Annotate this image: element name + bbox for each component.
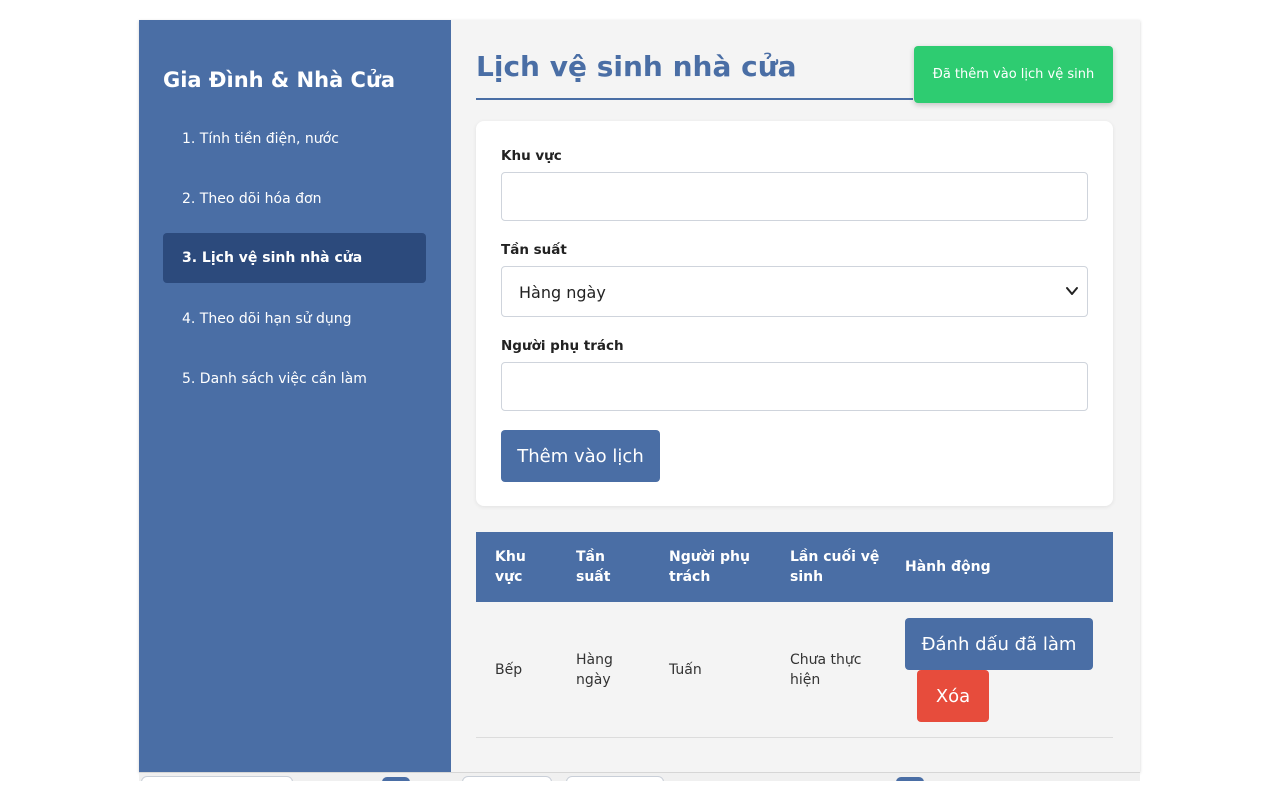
column-header-actions: Hành động	[905, 559, 991, 575]
add-schedule-form: Khu vực Tần suất Hàng ngày Người phụ trá…	[476, 121, 1113, 506]
main-content: Lịch vệ sinh nhà cửa Đã thêm vào lịch vệ…	[451, 20, 1140, 772]
add-to-schedule-button[interactable]: Thêm vào lịch	[501, 430, 660, 482]
sidebar-item-bills[interactable]: 2. Theo dõi hóa đơn	[163, 174, 426, 224]
strip-pill	[566, 776, 664, 781]
table-header: Khu vực Tần suất Người phụ trách Lần cuố…	[476, 532, 1113, 602]
area-input[interactable]	[501, 172, 1088, 221]
frequency-select[interactable]: Hàng ngày	[501, 266, 1088, 317]
strip-handle	[896, 777, 924, 781]
cell-assignee: Tuấn	[669, 661, 702, 678]
mark-done-button[interactable]: Đánh dấu đã làm	[905, 618, 1093, 670]
title-divider	[476, 98, 913, 100]
sidebar-item-electricity-water[interactable]: 1. Tính tiền điện, nước	[163, 114, 426, 164]
strip-pill	[141, 776, 293, 781]
area-label: Khu vực	[501, 148, 562, 164]
delete-button[interactable]: Xóa	[917, 670, 989, 722]
cell-last-cleaned: Chưa thực hiện	[790, 651, 862, 688]
sidebar-item-expiry-tracking[interactable]: 4. Theo dõi hạn sử dụng	[163, 294, 426, 344]
sidebar: Gia Đình & Nhà Cửa 1. Tính tiền điện, nư…	[139, 20, 451, 772]
column-header-frequency: Tần suất	[576, 549, 611, 585]
strip-handle	[382, 777, 410, 781]
table-row: Bếp Hàng ngày Tuấn Chưa thực hiện Đánh d…	[476, 602, 1113, 738]
success-toast: Đã thêm vào lịch vệ sinh	[914, 46, 1113, 103]
bottom-scroll-strip	[139, 772, 1140, 781]
cell-area: Bếp	[495, 661, 523, 678]
frequency-label: Tần suất	[501, 242, 567, 258]
column-header-last-cleaned: Lần cuối vệ sinh	[790, 549, 880, 585]
frequency-select-value: Hàng ngày	[519, 283, 606, 302]
column-header-area: Khu vực	[495, 549, 526, 585]
assignee-input[interactable]	[501, 362, 1088, 411]
cell-frequency: Hàng ngày	[576, 651, 613, 688]
sidebar-item-cleaning-schedule[interactable]: 3. Lịch vệ sinh nhà cửa	[163, 233, 426, 283]
sidebar-title: Gia Đình & Nhà Cửa	[163, 68, 396, 92]
page-title: Lịch vệ sinh nhà cửa	[476, 50, 797, 83]
assignee-label: Người phụ trách	[501, 338, 624, 354]
strip-pill	[462, 776, 552, 781]
app-window: Gia Đình & Nhà Cửa 1. Tính tiền điện, nư…	[139, 20, 1140, 772]
chevron-down-icon	[1066, 287, 1078, 295]
column-header-assignee: Người phụ trách	[669, 549, 750, 585]
sidebar-item-todo-list[interactable]: 5. Danh sách việc cần làm	[163, 354, 426, 404]
